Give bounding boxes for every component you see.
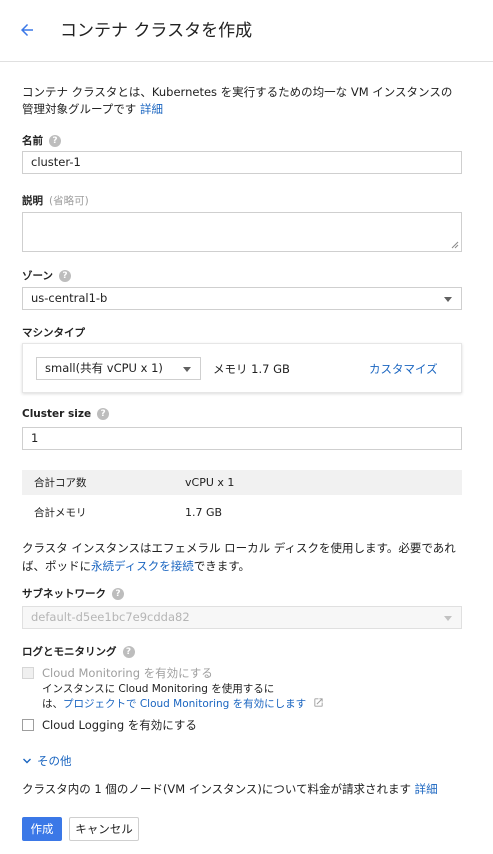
description-textarea[interactable]: [22, 212, 462, 252]
machine-type-card: small(共有 vCPU x 1) メモリ 1.7 GB カスタマイズ: [22, 343, 462, 393]
arrow-back-icon: [21, 24, 33, 36]
summary-row: 合計メモリ 1.7 GB: [34, 506, 223, 519]
ephemeral-disk-text: クラスタ インスタンスはエフェメラル ローカル ディスクを使用します。必要であれ…: [22, 541, 456, 573]
resize-grip-icon[interactable]: [451, 241, 459, 249]
dropdown-arrow-icon: [444, 616, 452, 621]
logging-checkbox-row: Cloud Logging を有効にする: [22, 718, 197, 733]
subnetwork-select[interactable]: default-d5ee1bc7e9cdda82: [22, 606, 462, 629]
customize-link[interactable]: カスタマイズ: [369, 361, 438, 377]
cluster-size-input[interactable]: 1: [22, 427, 462, 450]
machine-type-select[interactable]: small(共有 vCPU x 1): [36, 357, 201, 380]
learn-more-link[interactable]: 詳細: [140, 102, 163, 116]
attach-persistent-disk-link[interactable]: 永続ディスクを接続: [91, 559, 194, 573]
help-icon[interactable]: ?: [49, 134, 61, 147]
name-label: 名前 ?: [22, 133, 61, 148]
machine-type-label: マシンタイプ: [22, 327, 85, 339]
summary-table: 合計コア数 vCPU x 1 合計メモリ 1.7 GB: [22, 470, 462, 525]
cancel-button[interactable]: キャンセル: [69, 817, 139, 841]
help-icon[interactable]: ?: [97, 408, 110, 420]
billing-learn-more-link[interactable]: 詳細: [415, 782, 438, 796]
help-icon[interactable]: ?: [112, 587, 124, 600]
description-label: 説明 (省略可): [22, 195, 89, 207]
dropdown-arrow-icon: [444, 297, 452, 302]
intro-text: コンテナ クラスタとは、Kubernetes を実行するための均一な VM イン…: [22, 85, 453, 116]
zone-label: ゾーン ?: [22, 268, 71, 283]
monitoring-note: インスタンスに Cloud Monitoring を使用するに は、プロジェクト…: [42, 682, 324, 712]
logging-checkbox[interactable]: [22, 719, 34, 731]
help-icon[interactable]: ?: [58, 269, 71, 282]
billing-text: クラスタ内の 1 個のノード(VM インスタンス)について料金が請求されます 詳…: [22, 782, 438, 796]
summary-row: 合計コア数 vCPU x 1: [22, 470, 462, 495]
help-icon[interactable]: ?: [122, 645, 135, 658]
monitoring-checkbox[interactable]: [22, 667, 34, 679]
subnetwork-label: サブネットワーク ?: [22, 586, 124, 601]
logging-monitoring-label: ログとモニタリング ?: [22, 644, 135, 659]
page-header: コンテナ クラスタを作成: [0, 0, 493, 62]
page-title: コンテナ クラスタを作成: [60, 21, 253, 41]
chevron-down-icon: [23, 758, 31, 764]
enable-monitoring-link[interactable]: プロジェクトで Cloud Monitoring を有効にします: [63, 698, 306, 710]
memory-text: メモリ 1.7 GB: [213, 362, 290, 376]
zone-select[interactable]: us-central1-b: [22, 287, 462, 310]
create-button[interactable]: 作成: [22, 817, 62, 841]
external-link-icon: [313, 698, 323, 707]
monitoring-checkbox-row: Cloud Monitoring を有効にする: [22, 666, 213, 681]
back-button[interactable]: [12, 15, 42, 45]
name-input[interactable]: cluster-1: [22, 151, 462, 174]
more-options-toggle[interactable]: その他: [22, 753, 72, 769]
cluster-size-label: Cluster size ?: [22, 408, 110, 420]
dropdown-arrow-icon: [183, 367, 191, 372]
